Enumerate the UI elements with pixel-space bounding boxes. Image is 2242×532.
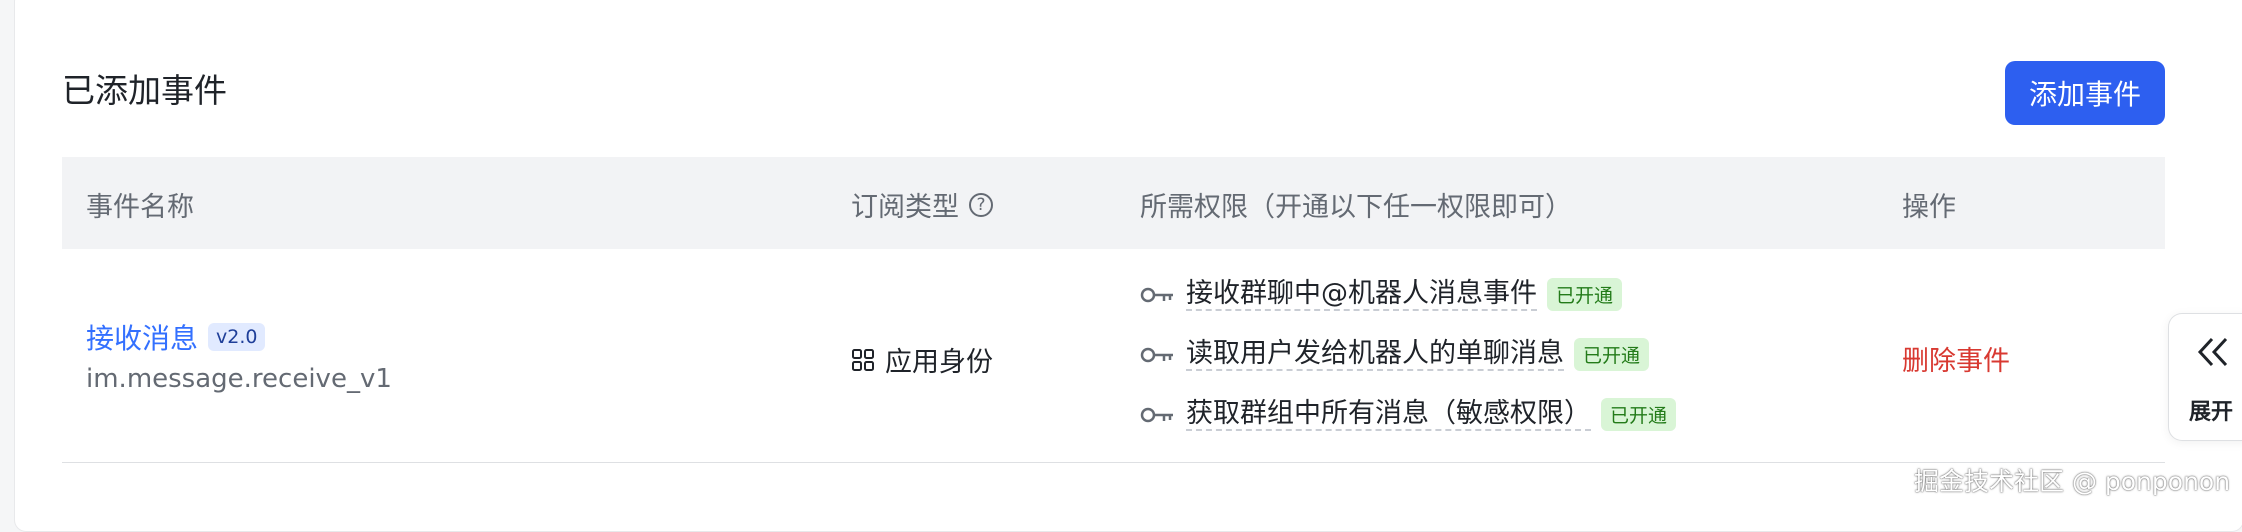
header-subscription-type-label: 订阅类型 — [851, 192, 959, 223]
event-name-link[interactable]: 接收消息 — [86, 317, 198, 357]
header-subscription-type: 订阅类型 ? — [851, 185, 993, 224]
permission-label[interactable]: 接收群聊中@机器人消息事件 — [1186, 278, 1537, 312]
subscription-type-cell: 应用身份 — [851, 340, 993, 379]
version-badge: v2.0 — [208, 323, 266, 351]
row-divider — [62, 462, 2165, 463]
header-event-name: 事件名称 — [86, 192, 194, 223]
watermark: 掘金技术社区 @ ponponon — [1914, 467, 2231, 496]
permission-label[interactable]: 获取群组中所有消息（敏感权限） — [1186, 398, 1591, 432]
key-icon — [1140, 347, 1173, 362]
expand-panel[interactable]: 展开 — [2168, 313, 2242, 441]
header-permissions: 所需权限（开通以下任一权限即可） — [1140, 192, 1572, 223]
delete-event-link[interactable]: 删除事件 — [1902, 339, 2010, 378]
key-icon — [1140, 287, 1173, 302]
permission-label[interactable]: 读取用户发给机器人的单聊消息 — [1186, 338, 1564, 372]
section-title: 已添加事件 — [62, 71, 227, 110]
permission-item: 读取用户发给机器人的单聊消息 已开通 — [1140, 338, 1650, 372]
table-header: 事件名称 订阅类型 ? 所需权限（开通以下任一权限即可） 操作 — [62, 157, 2165, 249]
permission-item: 获取群组中所有消息（敏感权限） 已开通 — [1140, 398, 1677, 432]
event-key: im.message.receive_v1 — [86, 364, 392, 394]
status-badge: 已开通 — [1601, 398, 1677, 432]
status-badge: 已开通 — [1574, 338, 1650, 372]
event-name-cell: 接收消息 v2.0 — [86, 317, 266, 357]
grid-icon — [852, 348, 874, 371]
double-chevron-left-icon — [2197, 337, 2228, 367]
status-badge: 已开通 — [1547, 278, 1623, 312]
add-event-button[interactable]: 添加事件 — [2005, 61, 2165, 125]
question-circle-icon[interactable]: ? — [969, 192, 993, 217]
events-card — [14, 0, 2242, 532]
subscription-type-label: 应用身份 — [885, 347, 993, 378]
header-actions: 操作 — [1902, 192, 1956, 223]
expand-label: 展开 — [2189, 400, 2234, 425]
permission-item: 接收群聊中@机器人消息事件 已开通 — [1140, 278, 1623, 312]
key-icon — [1140, 407, 1173, 422]
